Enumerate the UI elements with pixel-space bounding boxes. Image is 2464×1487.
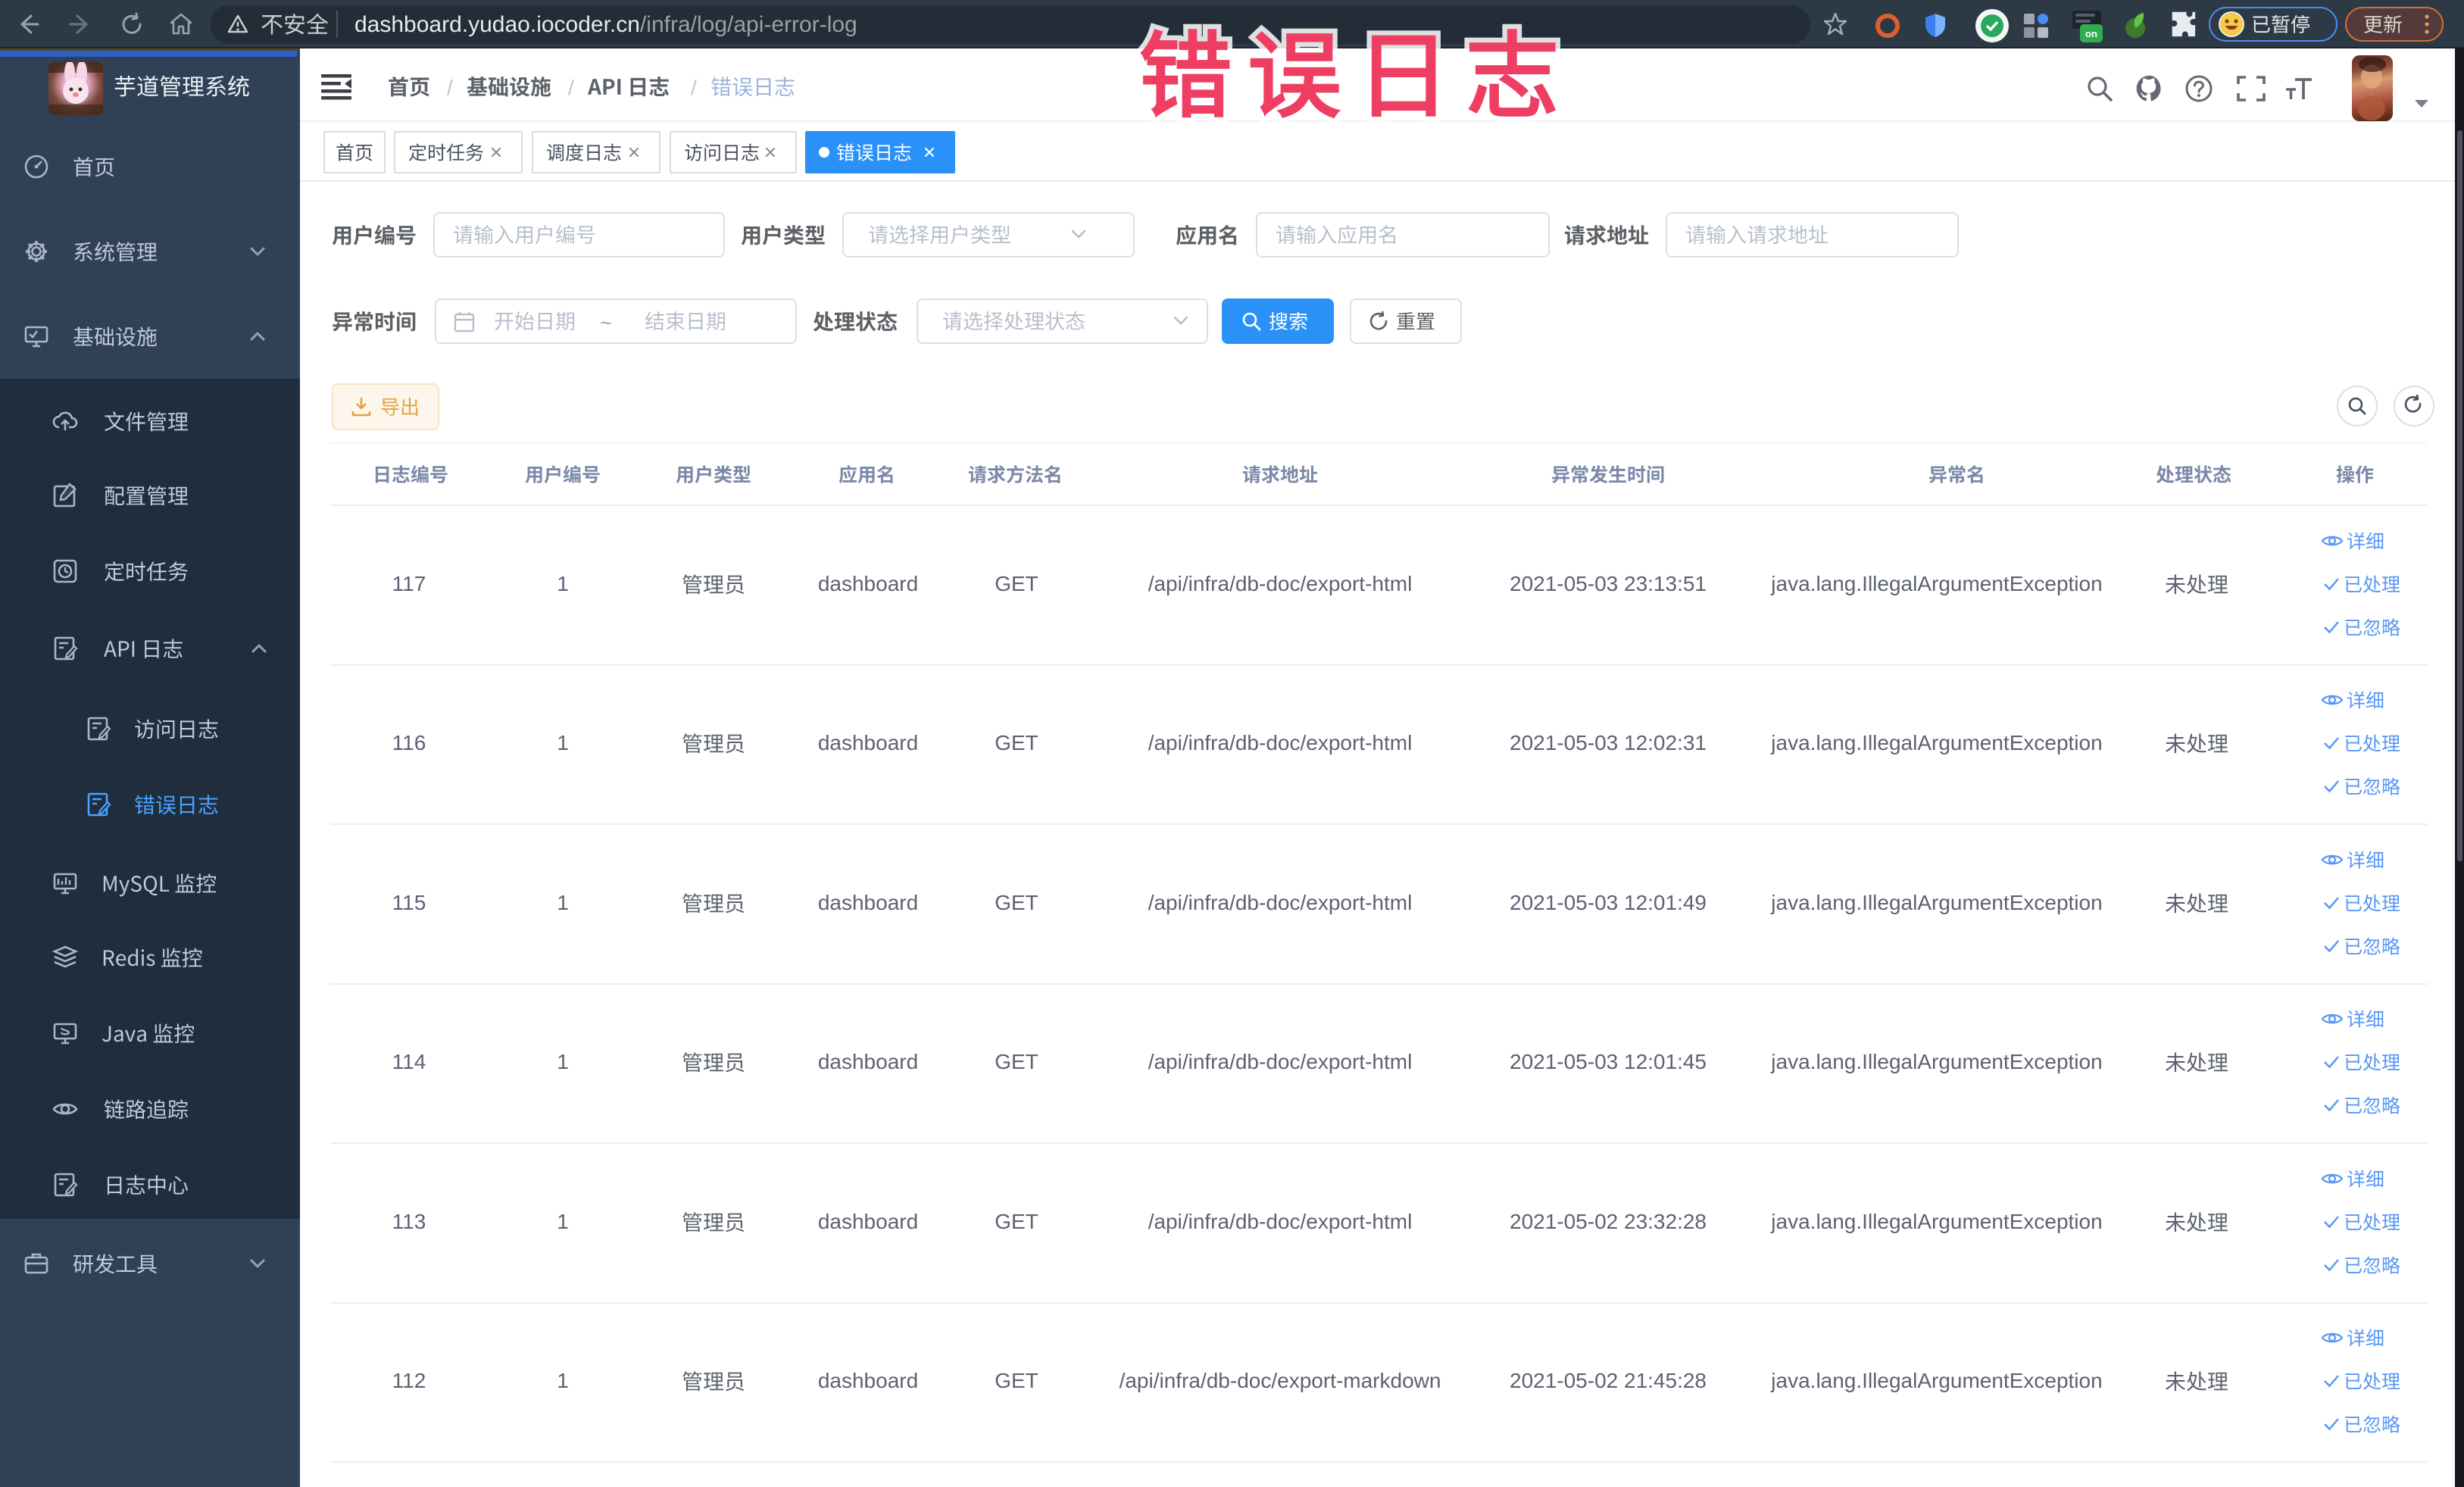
svg-text:on: on — [2085, 28, 2097, 39]
